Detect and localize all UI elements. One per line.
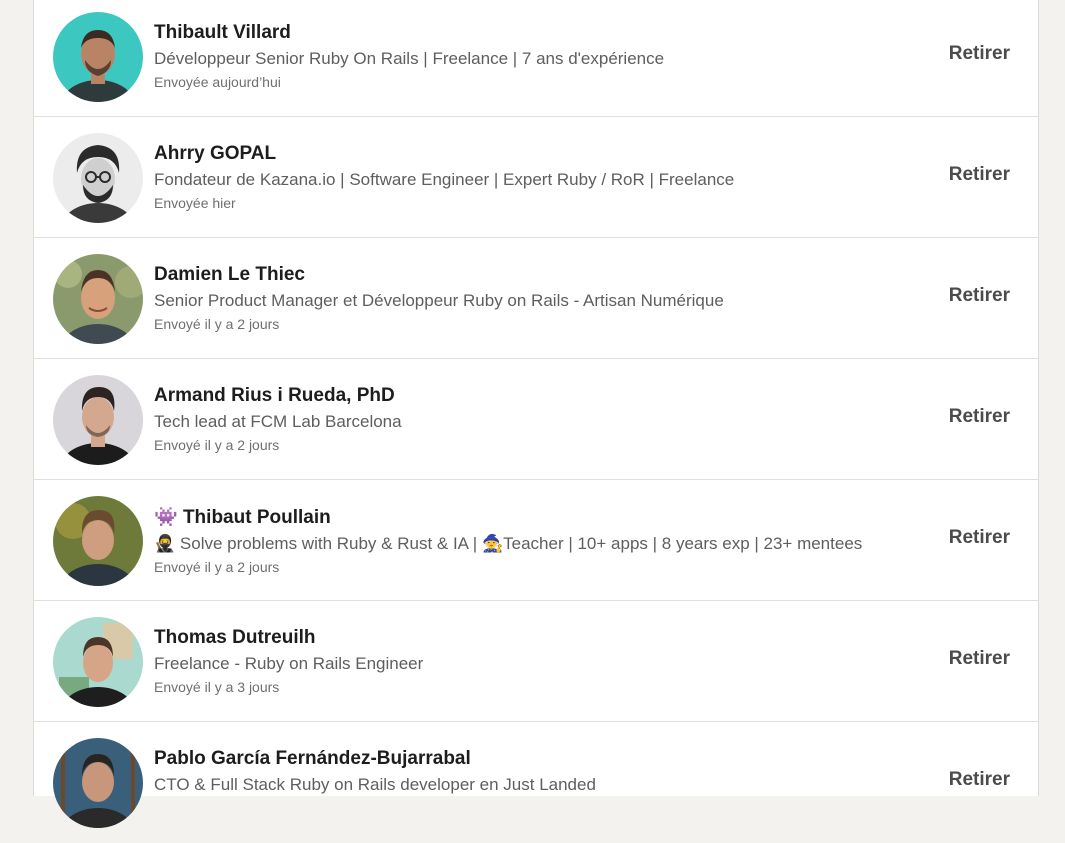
profile-name[interactable]: Pablo García Fernández-Bujarrabal xyxy=(154,746,914,772)
withdraw-button[interactable]: Retirer xyxy=(949,164,1010,186)
withdraw-button[interactable]: Retirer xyxy=(949,43,1010,65)
profile-photo xyxy=(53,12,143,102)
alien-monster-icon: 👾 xyxy=(154,506,178,528)
invitation-row: Damien Le Thiec Senior Product Manager e… xyxy=(34,238,1038,359)
withdraw-button[interactable]: Retirer xyxy=(949,527,1010,549)
profile-headline: Tech lead at FCM Lab Barcelona xyxy=(154,412,402,431)
profile-headline: Fondateur de Kazana.io | Software Engine… xyxy=(154,170,735,189)
sent-time: Envoyée aujourd’hui xyxy=(154,74,281,90)
headline-text: Solve problems with Ruby & Rust & IA | xyxy=(179,534,478,553)
profile-avatar[interactable] xyxy=(53,254,143,344)
sent-time: Envoyé il y a 2 jours xyxy=(154,437,280,453)
profile-photo xyxy=(53,496,143,586)
profile-name-text: Thibaut Poullain xyxy=(182,507,331,528)
sent-time: Envoyé il y a 2 jours xyxy=(154,559,280,575)
withdraw-button[interactable]: Retirer xyxy=(949,769,1010,791)
profile-headline: CTO & Full Stack Ruby on Rails developer… xyxy=(154,775,596,794)
profile-avatar[interactable] xyxy=(53,133,143,223)
withdraw-button[interactable]: Retirer xyxy=(949,406,1010,428)
profile-avatar[interactable] xyxy=(53,12,143,102)
profile-headline: 🥷 Solve problems with Ruby & Rust & IA |… xyxy=(154,531,914,557)
profile-name[interactable]: Ahrry GOPAL xyxy=(154,141,914,167)
profile-avatar[interactable] xyxy=(53,375,143,465)
profile-photo xyxy=(53,133,143,223)
profile-name[interactable]: Thibault Villard xyxy=(154,20,914,46)
sent-time: Envoyé il y a 2 jours xyxy=(154,316,280,332)
invitation-row: 👾 Thibaut Poullain 🥷 Solve problems with… xyxy=(34,480,1038,601)
profile-name[interactable]: Damien Le Thiec xyxy=(154,262,914,288)
sent-invitations-list: Thibault Villard Développeur Senior Ruby… xyxy=(33,0,1039,828)
withdraw-button[interactable]: Retirer xyxy=(949,285,1010,307)
profile-photo xyxy=(53,254,143,344)
sent-time: Envoyé il y a 3 jours xyxy=(154,679,280,695)
profile-photo xyxy=(53,738,143,828)
profile-headline: Développeur Senior Ruby On Rails | Freel… xyxy=(154,49,665,68)
headline-text-rest: Teacher | 10+ apps | 8 years exp | 23+ m… xyxy=(503,534,863,553)
profile-photo xyxy=(53,617,143,707)
invitation-row: Armand Rius i Rueda, PhD Tech lead at FC… xyxy=(34,359,1038,480)
ninja-icon: 🥷 xyxy=(154,534,176,554)
profile-name[interactable]: Armand Rius i Rueda, PhD xyxy=(154,383,914,409)
mage-icon: 🧙 xyxy=(481,534,504,554)
withdraw-button[interactable]: Retirer xyxy=(949,648,1010,670)
profile-avatar[interactable] xyxy=(53,738,143,828)
profile-avatar[interactable] xyxy=(53,617,143,707)
invitation-row: Thibault Villard Développeur Senior Ruby… xyxy=(34,0,1038,117)
profile-headline: Freelance - Ruby on Rails Engineer xyxy=(154,654,424,673)
sent-time: Envoyée hier xyxy=(154,195,236,211)
invitation-row: Pablo García Fernández-Bujarrabal CTO & … xyxy=(34,722,1038,843)
profile-avatar[interactable] xyxy=(53,496,143,586)
invitation-row: Thomas Dutreuilh Freelance - Ruby on Rai… xyxy=(34,601,1038,722)
profile-name[interactable]: 👾 Thibaut Poullain xyxy=(154,504,914,531)
profile-name[interactable]: Thomas Dutreuilh xyxy=(154,625,914,651)
profile-photo xyxy=(53,375,143,465)
invitation-row: Ahrry GOPAL Fondateur de Kazana.io | Sof… xyxy=(34,117,1038,238)
profile-headline: Senior Product Manager et Développeur Ru… xyxy=(154,291,724,310)
